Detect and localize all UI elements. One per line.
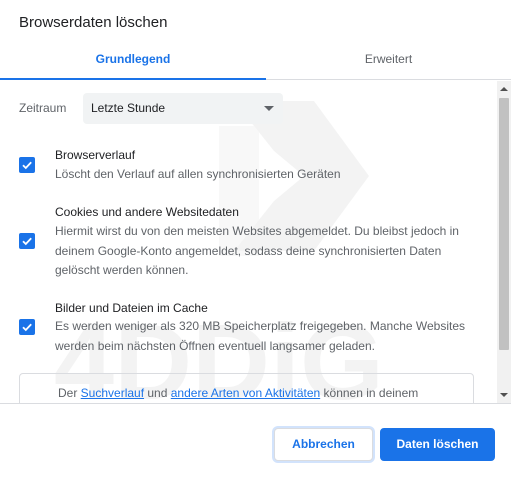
cancel-button[interactable]: Abbrechen xyxy=(274,428,373,461)
check-icon xyxy=(22,161,32,170)
scroll-down-arrow-icon[interactable] xyxy=(500,393,508,397)
activity-info-text: Der Suchverlauf und andere Arten von Akt… xyxy=(58,386,418,400)
scroll-up-arrow-icon[interactable] xyxy=(500,87,508,91)
time-range-label: Zeitraum xyxy=(19,101,67,115)
time-range-value: Letzte Stunde xyxy=(91,101,166,115)
dialog-title: Browserdaten löschen xyxy=(19,14,168,31)
info-suffix: können in deinem xyxy=(320,386,419,400)
tab-advanced[interactable]: Erweitert xyxy=(266,44,511,80)
clear-browsing-data-dialog: Browserdaten löschen Grundlegend Erweite… xyxy=(0,0,511,480)
clear-data-button[interactable]: Daten löschen xyxy=(380,428,495,461)
option-description: Es werden weniger als 320 MB Speicherpla… xyxy=(55,319,466,353)
content-scrollbar[interactable] xyxy=(497,81,511,403)
option-description: Löscht den Verlauf auf allen synchronisi… xyxy=(55,167,341,181)
scrollbar-thumb[interactable] xyxy=(499,98,509,350)
option-title: Bilder und Dateien im Cache xyxy=(55,301,208,315)
checkbox-cookies[interactable] xyxy=(19,233,35,249)
caret-down-icon xyxy=(264,106,274,111)
checkbox-browsing-history[interactable] xyxy=(19,157,35,173)
option-title: Cookies und andere Websitedaten xyxy=(55,205,239,219)
option-description: Hiermit wirst du von den meisten Website… xyxy=(55,224,459,277)
dialog-content: 4DDiG Zeitraum Letzte Stunde Browserverl… xyxy=(0,81,497,403)
search-history-link[interactable]: Suchverlauf xyxy=(81,386,144,400)
dialog-footer: Abbrechen Daten löschen xyxy=(0,403,511,480)
tab-bar: Grundlegend Erweitert xyxy=(0,44,511,80)
check-icon xyxy=(22,323,32,332)
tab-basic[interactable]: Grundlegend xyxy=(0,44,266,80)
info-middle: und xyxy=(144,386,171,400)
active-tab-indicator xyxy=(0,78,266,80)
check-icon xyxy=(22,237,32,246)
activity-info-box: Der Suchverlauf und andere Arten von Akt… xyxy=(19,373,474,403)
other-activity-link[interactable]: andere Arten von Aktivitäten xyxy=(171,386,320,400)
time-range-select[interactable]: Letzte Stunde xyxy=(83,93,283,124)
option-title: Browserverlauf xyxy=(55,148,136,162)
checkbox-cache[interactable] xyxy=(19,319,35,335)
info-prefix: Der xyxy=(58,386,81,400)
